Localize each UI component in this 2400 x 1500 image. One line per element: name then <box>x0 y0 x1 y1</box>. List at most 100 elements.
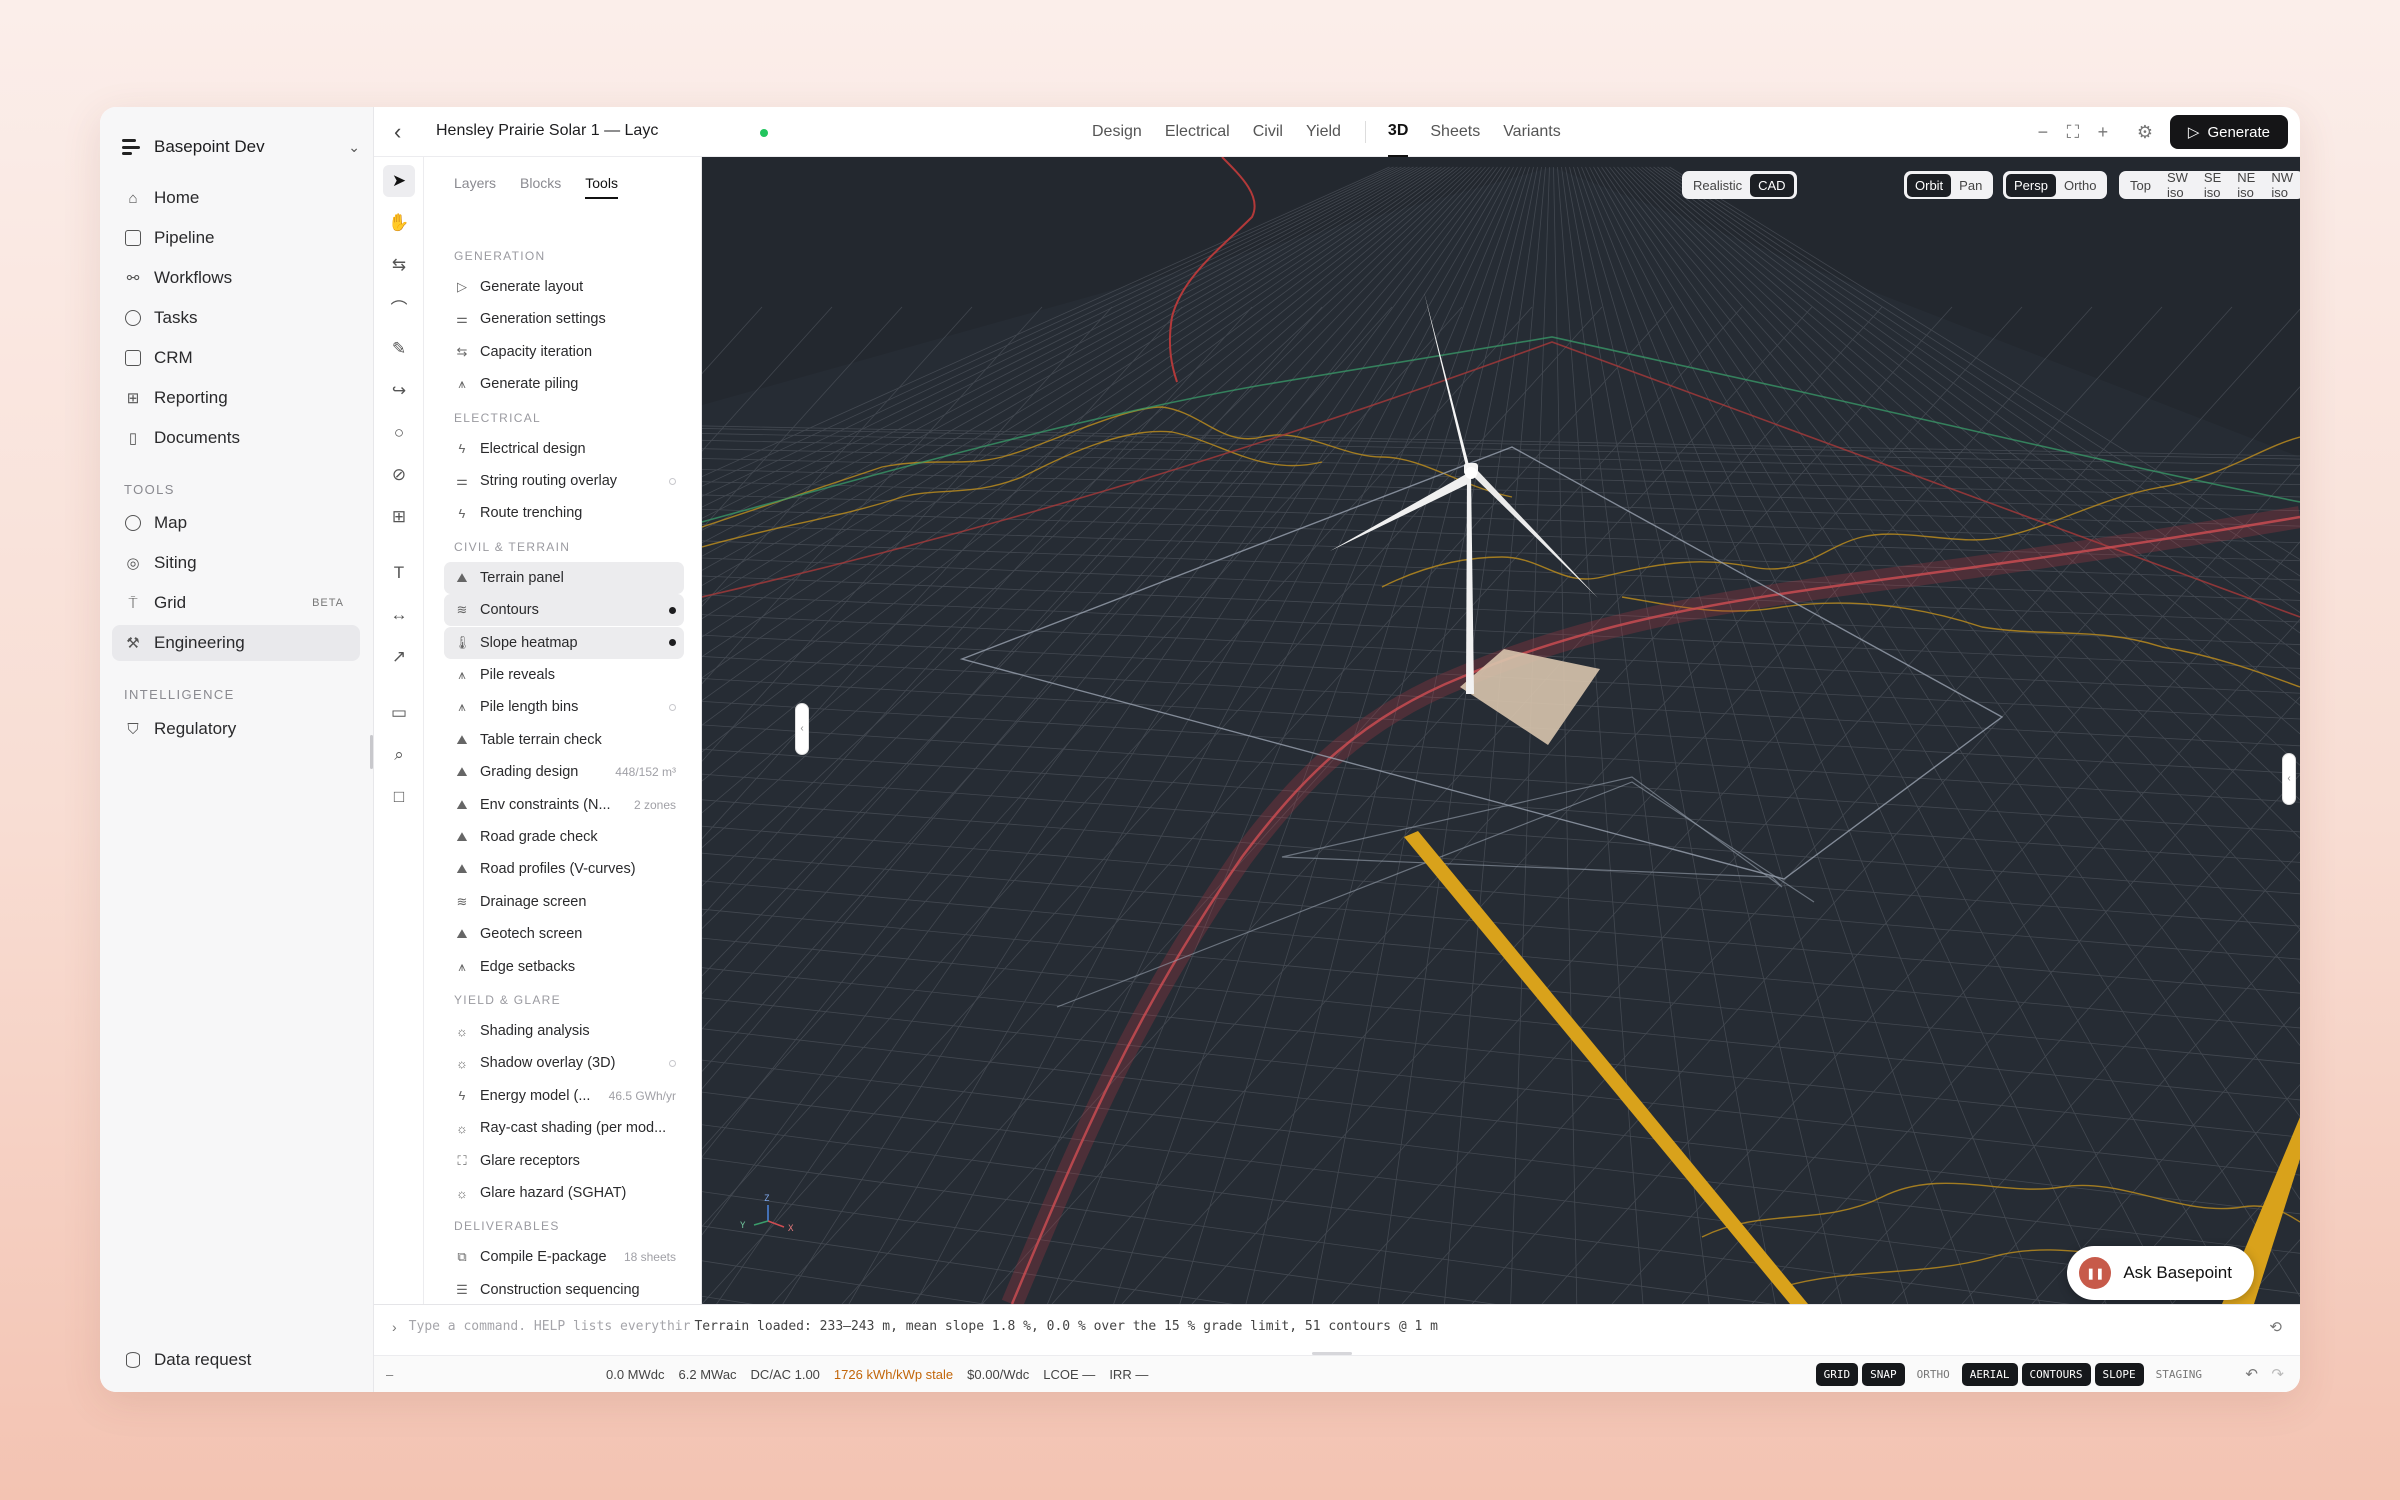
tab-blocks[interactable]: Blocks <box>520 175 561 199</box>
tool-item[interactable]: ⇆ Capacity iteration <box>444 336 684 368</box>
tab-3d[interactable]: 3D <box>1387 107 1409 157</box>
tab-tools[interactable]: Tools <box>585 175 618 199</box>
toggle-ortho[interactable]: ORTHO <box>1909 1363 1958 1386</box>
toggle-grid[interactable]: GRID <box>1815 1362 1859 1386</box>
pen-tool-icon[interactable]: ✎ <box>383 333 415 365</box>
toggle-off-dot[interactable] <box>669 477 676 485</box>
tool-item[interactable]: ϟ Energy model (... 46.5 GWh/yr <box>444 1080 684 1112</box>
sidebar-item-crm[interactable]: CRM <box>112 340 360 376</box>
text-tool-icon[interactable]: T <box>383 557 415 589</box>
tool-item[interactable]: ⛰ Road grade check <box>444 821 684 853</box>
history-icon[interactable]: ⟲ <box>2269 1318 2282 1336</box>
circle-tool-icon[interactable]: ○ <box>383 417 415 449</box>
toggle-staging[interactable]: STAGING <box>2148 1363 2210 1386</box>
tool-item[interactable]: ⩚ Generate piling <box>444 368 684 400</box>
toggle-contours[interactable]: CONTOURS <box>2021 1362 2091 1386</box>
sidebar-item-siting[interactable]: ◎ Siting <box>112 545 360 581</box>
toggle-on-dot[interactable] <box>669 639 676 647</box>
tool-item[interactable]: ⚌ Generation settings <box>444 303 684 335</box>
select-tool-icon[interactable]: ➤ <box>383 165 415 197</box>
tool-item[interactable]: ⛰ Table terrain check <box>444 724 684 756</box>
tab-civil[interactable]: Civil <box>1253 107 1283 157</box>
hand-tool-icon[interactable]: ✋ <box>383 207 415 239</box>
redo-arrow-tool-icon[interactable]: ↪ <box>383 375 415 407</box>
sidebar-item-home[interactable]: ⌂ Home <box>112 180 360 216</box>
toggle-off-dot[interactable] <box>669 1059 676 1067</box>
ortho-option[interactable]: Ortho <box>2056 174 2105 197</box>
tool-item[interactable]: ⛰ Grading design 448/152 m³ <box>444 756 684 788</box>
toggle-on-dot[interactable] <box>669 606 676 614</box>
tool-item[interactable]: ⛶ Glare receptors <box>444 1145 684 1177</box>
tool-item[interactable]: ⛰ Road profiles (V-curves) <box>444 853 684 885</box>
org-switcher[interactable]: Basepoint Dev ⌄ <box>122 129 360 165</box>
tool-item[interactable]: ≋ Contours <box>444 594 684 627</box>
orbit-option[interactable]: Orbit <box>1907 173 1952 197</box>
tool-item[interactable]: ⩚ Pile length bins <box>444 691 684 723</box>
toggle-aerial[interactable]: AERIAL <box>1961 1362 2018 1386</box>
view-nw-iso[interactable]: NW iso <box>2263 166 2300 204</box>
sidebar-item-map[interactable]: Map <box>112 505 360 541</box>
tool-item[interactable]: 🌡 Slope heatmap <box>444 626 684 659</box>
toggle-snap[interactable]: SNAP <box>1862 1362 1905 1386</box>
sidebar-item-grid[interactable]: ⍑ Grid BETA <box>112 585 360 621</box>
toggle-slope[interactable]: SLOPE <box>2094 1362 2144 1386</box>
sidebar-resize-handle[interactable] <box>370 735 373 769</box>
tool-item[interactable]: ≋ Drainage screen <box>444 886 684 918</box>
zoom-in-icon[interactable]: + <box>2088 122 2118 143</box>
tool-item[interactable]: ϟ Route trenching <box>444 497 684 529</box>
arrow-tool-icon[interactable]: ↗ <box>383 641 415 673</box>
blocks-tool-icon[interactable]: ⊞ <box>383 501 415 533</box>
tool-item[interactable]: ⧉ Compile E-package 18 sheets <box>444 1241 684 1273</box>
toggle-off-dot[interactable] <box>669 703 676 711</box>
attach-tool-icon[interactable]: ⌕ <box>383 739 415 771</box>
generate-button[interactable]: ▷ Generate <box>2169 115 2288 149</box>
tool-item[interactable]: ϟ Electrical design <box>444 433 684 465</box>
sidebar-item-regulatory[interactable]: ⛉ Regulatory <box>112 711 360 747</box>
render-realistic-option[interactable]: Realistic <box>1685 174 1750 197</box>
tab-sheets[interactable]: Sheets <box>1430 107 1480 157</box>
persp-option[interactable]: Persp <box>2006 173 2056 197</box>
tool-item[interactable]: ⚌ String routing overlay <box>444 465 684 497</box>
tool-item[interactable]: ⩚ Edge setbacks <box>444 951 684 983</box>
frame-tool-icon[interactable]: □ <box>383 781 415 813</box>
tool-item[interactable]: ☼ Ray-cast shading (per mod... <box>444 1112 684 1144</box>
tool-item[interactable]: ▷ Generate layout <box>444 271 684 303</box>
tab-yield[interactable]: Yield <box>1306 107 1341 157</box>
tab-layers[interactable]: Layers <box>454 175 496 199</box>
measure-tool-icon[interactable]: ↔ <box>383 599 415 631</box>
3d-viewport[interactable]: Z Y X Realistic CAD Orbit Pan Persp Orth… <box>702 157 2300 1304</box>
sidebar-item-engineering[interactable]: ⚒ Engineering <box>112 625 360 661</box>
ask-basepoint-button[interactable]: ❚❚ Ask Basepoint <box>2067 1246 2254 1300</box>
fit-view-icon[interactable]: ⛶ <box>2058 122 2088 143</box>
comment-tool-icon[interactable]: ▭ <box>383 697 415 729</box>
view-se-iso[interactable]: SE iso <box>2196 166 2229 204</box>
sidebar-item-documents[interactable]: ▯ Documents <box>112 420 360 456</box>
tool-item[interactable]: ⛰ Geotech screen <box>444 918 684 950</box>
tool-item[interactable]: ☼ Shadow overlay (3D) <box>444 1047 684 1079</box>
tool-item[interactable]: ☰ Construction sequencing <box>444 1274 684 1306</box>
curve-tool-icon[interactable]: ⌒ <box>383 291 415 323</box>
terrain-scene[interactable]: Z Y X <box>702 157 2300 1304</box>
sidebar-item-pipeline[interactable]: Pipeline <box>112 220 360 256</box>
pan-option[interactable]: Pan <box>1951 174 1990 197</box>
view-ne-iso[interactable]: NE iso <box>2229 166 2263 204</box>
command-input[interactable]: Type a command. HELP lists everythir <box>409 1319 691 1334</box>
tool-item[interactable]: ☼ Glare hazard (SGHAT) <box>444 1177 684 1209</box>
tool-item[interactable]: ⩚ Pile reveals <box>444 659 684 691</box>
tool-item[interactable]: ⛰ Env constraints (N... 2 zones <box>444 789 684 821</box>
sidebar-item-reporting[interactable]: ⊞ Reporting <box>112 380 360 416</box>
settings-sliders-icon[interactable]: ⚙ <box>2130 122 2160 143</box>
sidebar-item-data-request[interactable]: Data request <box>112 1342 360 1378</box>
view-top[interactable]: Top <box>2122 174 2159 197</box>
exclusion-tool-icon[interactable]: ⊘ <box>383 459 415 491</box>
collapse-right-handle[interactable]: ‹ <box>2282 753 2296 805</box>
redo-icon[interactable]: ↷ <box>2271 1365 2284 1383</box>
sidebar-item-tasks[interactable]: Tasks <box>112 300 360 336</box>
tab-electrical[interactable]: Electrical <box>1165 107 1230 157</box>
render-cad-option[interactable]: CAD <box>1750 173 1794 197</box>
collapse-left-handle[interactable]: ‹ <box>795 703 809 755</box>
tab-design[interactable]: Design <box>1092 107 1142 157</box>
undo-icon[interactable]: ↶ <box>2245 1365 2258 1383</box>
tab-variants[interactable]: Variants <box>1503 107 1561 157</box>
zoom-out-icon[interactable]: − <box>2028 122 2058 143</box>
